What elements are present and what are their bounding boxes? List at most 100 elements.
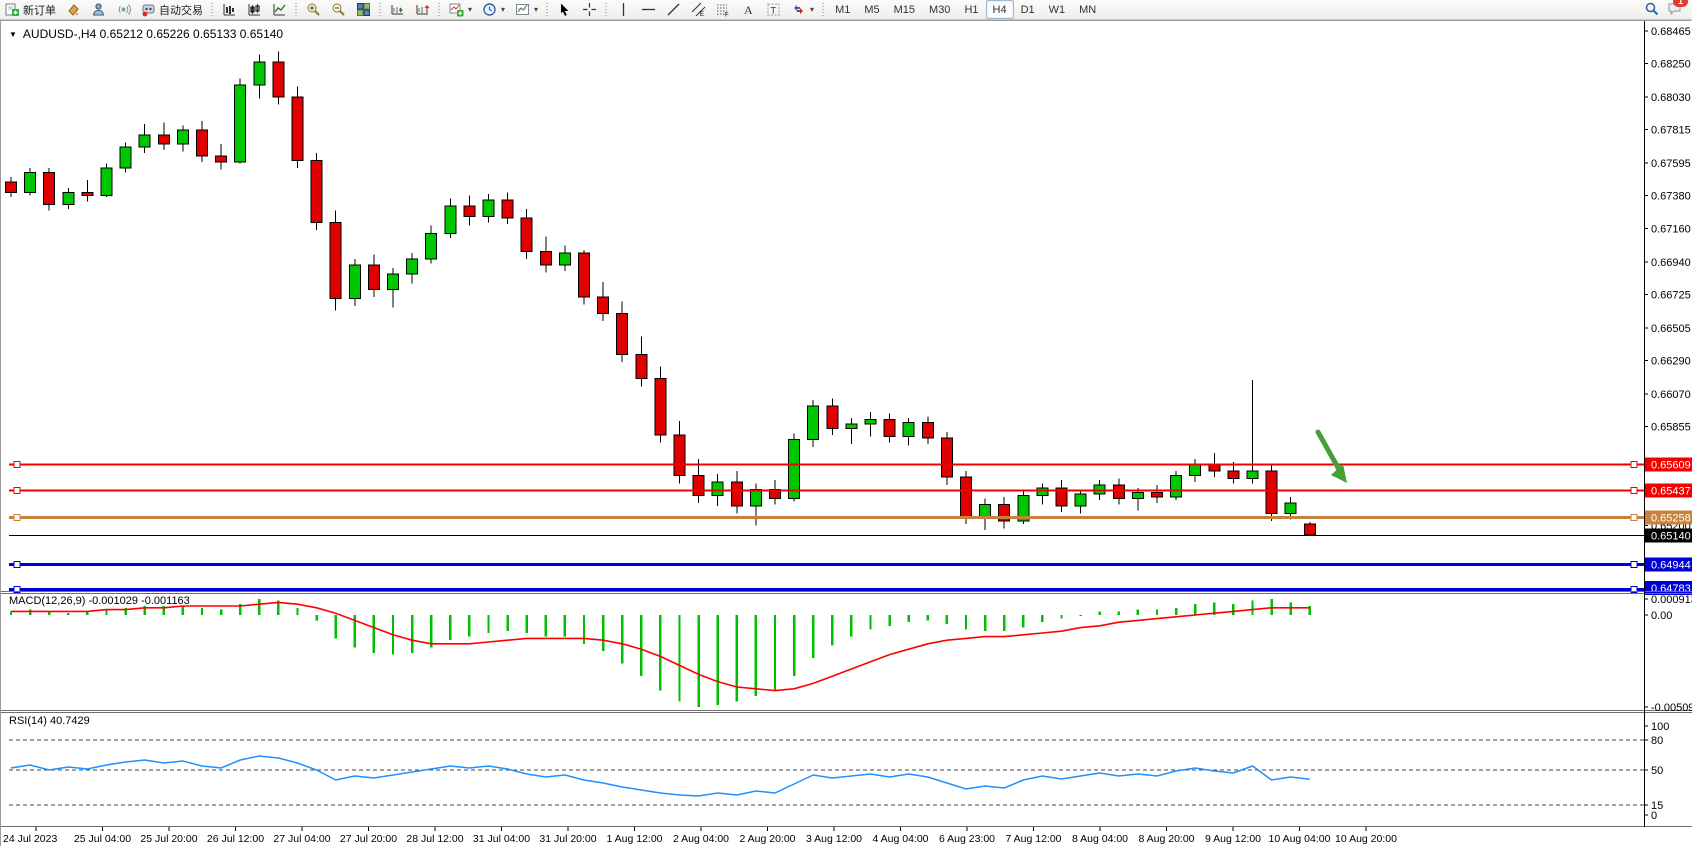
candle[interactable] [1113, 485, 1124, 499]
line-handle[interactable] [1631, 462, 1637, 468]
timeframe-button-w1[interactable]: W1 [1042, 0, 1073, 19]
candle[interactable] [502, 200, 513, 218]
candle[interactable] [235, 85, 246, 162]
line-handle[interactable] [1631, 515, 1637, 521]
community-button[interactable] [86, 0, 111, 20]
trendline-button[interactable] [661, 0, 686, 20]
candle[interactable] [579, 253, 590, 297]
fibonacci-button[interactable]: F [711, 0, 736, 20]
candle[interactable] [1132, 492, 1143, 498]
candle[interactable] [1228, 471, 1239, 479]
timeframe-button-h4[interactable]: H4 [986, 0, 1014, 19]
timeframe-button-mn[interactable]: MN [1072, 0, 1103, 19]
candle[interactable] [292, 97, 303, 161]
candle[interactable] [445, 206, 456, 233]
candle[interactable] [846, 424, 857, 429]
search-button[interactable] [1644, 1, 1659, 19]
line-handle[interactable] [14, 515, 20, 521]
candle[interactable] [865, 420, 876, 425]
signals-button[interactable] [111, 0, 136, 20]
candle[interactable] [82, 192, 93, 195]
candle[interactable] [827, 406, 838, 429]
bar-chart-button[interactable] [217, 0, 242, 20]
zoom-in-button[interactable] [301, 0, 326, 20]
timeframe-button-m15[interactable]: M15 [887, 0, 922, 19]
candle[interactable] [216, 156, 227, 162]
auto-scroll-button[interactable] [385, 0, 410, 20]
notifications-button[interactable]: 1 [1667, 1, 1682, 19]
timeframe-button-m1[interactable]: M1 [828, 0, 857, 19]
candle[interactable] [464, 206, 475, 217]
chart-window[interactable]: 0.684650.682500.680300.678150.675950.673… [0, 20, 1691, 846]
candle[interactable] [1190, 465, 1201, 476]
candle[interactable] [139, 135, 150, 147]
styler-button[interactable] [61, 0, 86, 20]
candle[interactable] [1075, 494, 1086, 506]
candle[interactable] [961, 477, 972, 516]
candle[interactable] [1094, 485, 1105, 494]
candle-chart-button[interactable] [242, 0, 267, 20]
candle[interactable] [731, 482, 742, 506]
chart-shift-button[interactable] [410, 0, 435, 20]
candle[interactable] [884, 420, 895, 437]
candle[interactable] [44, 173, 55, 205]
timeframe-button-h1[interactable]: H1 [957, 0, 985, 19]
candle[interactable] [617, 314, 628, 355]
equidistant-channel-button[interactable]: E [686, 0, 711, 20]
candle[interactable] [1285, 503, 1296, 514]
candle[interactable] [1152, 492, 1163, 497]
candle[interactable] [368, 265, 379, 289]
candle[interactable] [63, 192, 74, 204]
timeframe-button-m5[interactable]: M5 [857, 0, 886, 19]
candle[interactable] [712, 482, 723, 496]
horizontal-line-button[interactable] [636, 0, 661, 20]
candle[interactable] [1304, 524, 1315, 535]
vertical-line-button[interactable] [611, 0, 636, 20]
candle[interactable] [273, 62, 284, 97]
candle[interactable] [330, 223, 341, 299]
candle[interactable] [25, 173, 36, 193]
candle[interactable] [311, 161, 322, 223]
candle[interactable] [407, 259, 418, 274]
line-handle[interactable] [1631, 488, 1637, 494]
candle[interactable] [903, 423, 914, 437]
candle[interactable] [254, 62, 265, 85]
line-handle[interactable] [14, 562, 20, 568]
line-handle[interactable] [14, 462, 20, 468]
line-handle[interactable] [1631, 562, 1637, 568]
tile-windows-button[interactable] [351, 0, 376, 20]
chart-title[interactable]: ▼ AUDUSD-,H4 0.65212 0.65226 0.65133 0.6… [9, 27, 283, 41]
symbol-dropdown-icon[interactable]: ▼ [9, 30, 17, 39]
candle[interactable] [922, 423, 933, 438]
new-order-button[interactable]: 新订单 [0, 0, 61, 20]
candle[interactable] [197, 130, 208, 156]
crosshair-button[interactable] [577, 0, 602, 20]
template-dropdown[interactable]: ▾ [510, 0, 543, 20]
line-chart-button[interactable] [267, 0, 292, 20]
price-chart[interactable]: 0.684650.682500.680300.678150.675950.673… [1, 21, 1692, 848]
candle[interactable] [388, 274, 399, 289]
text-button[interactable]: A [736, 0, 761, 20]
candle[interactable] [636, 354, 647, 378]
timeframe-button-m30[interactable]: M30 [922, 0, 957, 19]
candle[interactable] [101, 168, 112, 195]
candle[interactable] [540, 251, 551, 265]
candle[interactable] [693, 476, 704, 496]
candle[interactable] [521, 218, 532, 251]
period-dropdown[interactable]: ▾ [477, 0, 510, 20]
candle[interactable] [120, 147, 131, 168]
line-handle[interactable] [14, 488, 20, 494]
candle[interactable] [158, 135, 169, 144]
candle[interactable] [1209, 465, 1220, 471]
candle[interactable] [655, 379, 666, 435]
candle[interactable] [1266, 471, 1277, 513]
candle[interactable] [426, 233, 437, 259]
candle[interactable] [674, 435, 685, 476]
cursor-button[interactable] [552, 0, 577, 20]
add-indicator-dropdown[interactable]: ▾ [444, 0, 477, 20]
zoom-out-button[interactable] [326, 0, 351, 20]
candle[interactable] [559, 253, 570, 265]
candle[interactable] [598, 297, 609, 314]
candle[interactable] [483, 200, 494, 217]
candle[interactable] [1247, 471, 1258, 479]
